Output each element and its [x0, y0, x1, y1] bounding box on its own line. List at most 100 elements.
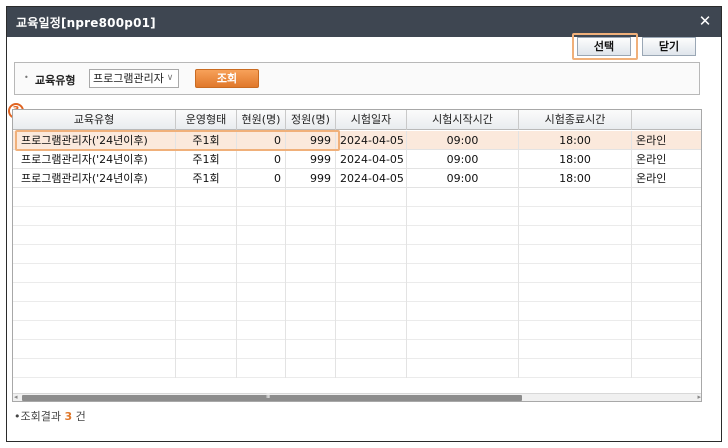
table-row[interactable]: 프로그램관리자('24년이후) 주1회 0 999 2024-04-05 09:00 18:… — [13, 131, 701, 150]
table-cell — [336, 283, 407, 302]
table-cell: 2024-04-05 — [336, 150, 407, 169]
table-cell — [13, 226, 176, 245]
table-cell: 온라인 — [632, 131, 701, 150]
table-cell — [237, 207, 286, 226]
bullet-icon: • — [24, 73, 29, 82]
table-cell — [407, 283, 519, 302]
empty-row — [13, 226, 701, 245]
table-cell — [632, 207, 701, 226]
table-cell: 주1회 — [176, 150, 237, 169]
table-cell: 09:00 — [407, 169, 519, 188]
table-cell — [176, 207, 237, 226]
table-cell — [176, 321, 237, 340]
column-header[interactable]: 시험종료시간 — [519, 110, 632, 130]
table-cell: 프로그램관리자('24년이후) — [13, 131, 176, 150]
window-title: 교육일정[npre800p01] — [16, 16, 156, 30]
table-cell — [176, 302, 237, 321]
table-cell — [237, 188, 286, 207]
empty-row — [13, 264, 701, 283]
column-header[interactable]: 정원(명) — [286, 110, 336, 130]
table-cell — [176, 283, 237, 302]
select-button[interactable]: 선택 — [577, 37, 631, 56]
empty-row — [13, 340, 701, 359]
table-cell: 주1회 — [176, 169, 237, 188]
table-cell — [286, 302, 336, 321]
table-cell — [632, 188, 701, 207]
table-row[interactable]: 프로그램관리자('24년이후) 주1회 0 999 2024-04-05 09:00 18:… — [13, 150, 701, 169]
table-cell — [336, 207, 407, 226]
table-cell — [336, 359, 407, 378]
table-cell — [407, 245, 519, 264]
edu-type-select[interactable]: 프로그램관리자 ∨ — [89, 69, 179, 88]
column-header[interactable] — [632, 110, 701, 130]
search-panel: • 교육유형 프로그램관리자 ∨ 조회 — [14, 62, 700, 95]
table-cell — [13, 207, 176, 226]
table-cell — [407, 207, 519, 226]
empty-row — [13, 302, 701, 321]
edu-type-label: 교육유형 — [35, 74, 76, 87]
result-count: 3 — [64, 410, 73, 423]
table-row[interactable]: 프로그램관리자('24년이후) 주1회 0 999 2024-04-05 09:00 18:… — [13, 169, 701, 188]
table-cell — [407, 302, 519, 321]
schedule-grid: 교육유형 운영형태 현원(명) 정원(명) 시험일자 시험시작시간 시험종료시간 프로그램관… — [12, 109, 702, 402]
column-header[interactable]: 교육유형 — [13, 110, 176, 130]
result-suffix: 건 — [75, 410, 86, 423]
table-cell — [237, 226, 286, 245]
column-header[interactable]: 시험시작시간 — [407, 110, 519, 130]
table-cell — [519, 359, 632, 378]
table-cell — [237, 359, 286, 378]
column-header[interactable]: 시험일자 — [336, 110, 407, 130]
scroll-grip-icon: III — [266, 392, 270, 400]
empty-row — [13, 207, 701, 226]
table-cell — [519, 321, 632, 340]
table-cell — [13, 340, 176, 359]
table-cell — [519, 340, 632, 359]
table-cell — [336, 302, 407, 321]
table-cell: 09:00 — [407, 150, 519, 169]
table-cell — [336, 340, 407, 359]
table-cell: 2024-04-05 — [336, 169, 407, 188]
table-cell — [176, 340, 237, 359]
table-cell — [237, 321, 286, 340]
scrollbar-thumb[interactable] — [22, 395, 522, 401]
table-cell — [632, 302, 701, 321]
table-cell: 프로그램관리자('24년이후) — [13, 169, 176, 188]
search-button[interactable]: 조회 — [195, 69, 259, 88]
grid-header: 교육유형 운영형태 현원(명) 정원(명) 시험일자 시험시작시간 시험종료시간 — [13, 110, 701, 130]
empty-row — [13, 245, 701, 264]
table-cell — [176, 359, 237, 378]
table-cell — [237, 340, 286, 359]
chevron-down-icon: ∨ — [164, 70, 176, 87]
table-cell — [519, 302, 632, 321]
edu-type-select-value: 프로그램관리자 — [93, 72, 164, 85]
scroll-right-icon[interactable]: ▸ — [697, 393, 701, 401]
table-cell — [237, 264, 286, 283]
table-cell: 2024-04-05 — [336, 131, 407, 150]
empty-row — [13, 359, 701, 378]
table-cell — [336, 226, 407, 245]
empty-row — [13, 283, 701, 302]
table-cell — [13, 245, 176, 264]
table-cell — [286, 207, 336, 226]
table-cell — [286, 283, 336, 302]
empty-row — [13, 188, 701, 207]
table-cell — [519, 245, 632, 264]
table-cell: 999 — [286, 169, 336, 188]
table-cell — [13, 359, 176, 378]
table-cell — [407, 359, 519, 378]
table-cell — [176, 226, 237, 245]
horizontal-scrollbar[interactable]: ◂ III ▸ — [13, 392, 701, 401]
table-cell — [632, 264, 701, 283]
close-button[interactable]: 닫기 — [642, 37, 696, 56]
table-cell: 온라인 — [632, 169, 701, 188]
empty-row — [13, 321, 701, 340]
table-cell: 0 — [237, 150, 286, 169]
table-cell — [632, 283, 701, 302]
scroll-left-icon[interactable]: ◂ — [14, 393, 18, 401]
table-cell — [519, 283, 632, 302]
column-header[interactable]: 현원(명) — [237, 110, 286, 130]
table-cell — [13, 302, 176, 321]
column-header[interactable]: 운영형태 — [176, 110, 237, 130]
close-icon[interactable]: ✕ — [696, 12, 714, 30]
table-cell — [632, 245, 701, 264]
